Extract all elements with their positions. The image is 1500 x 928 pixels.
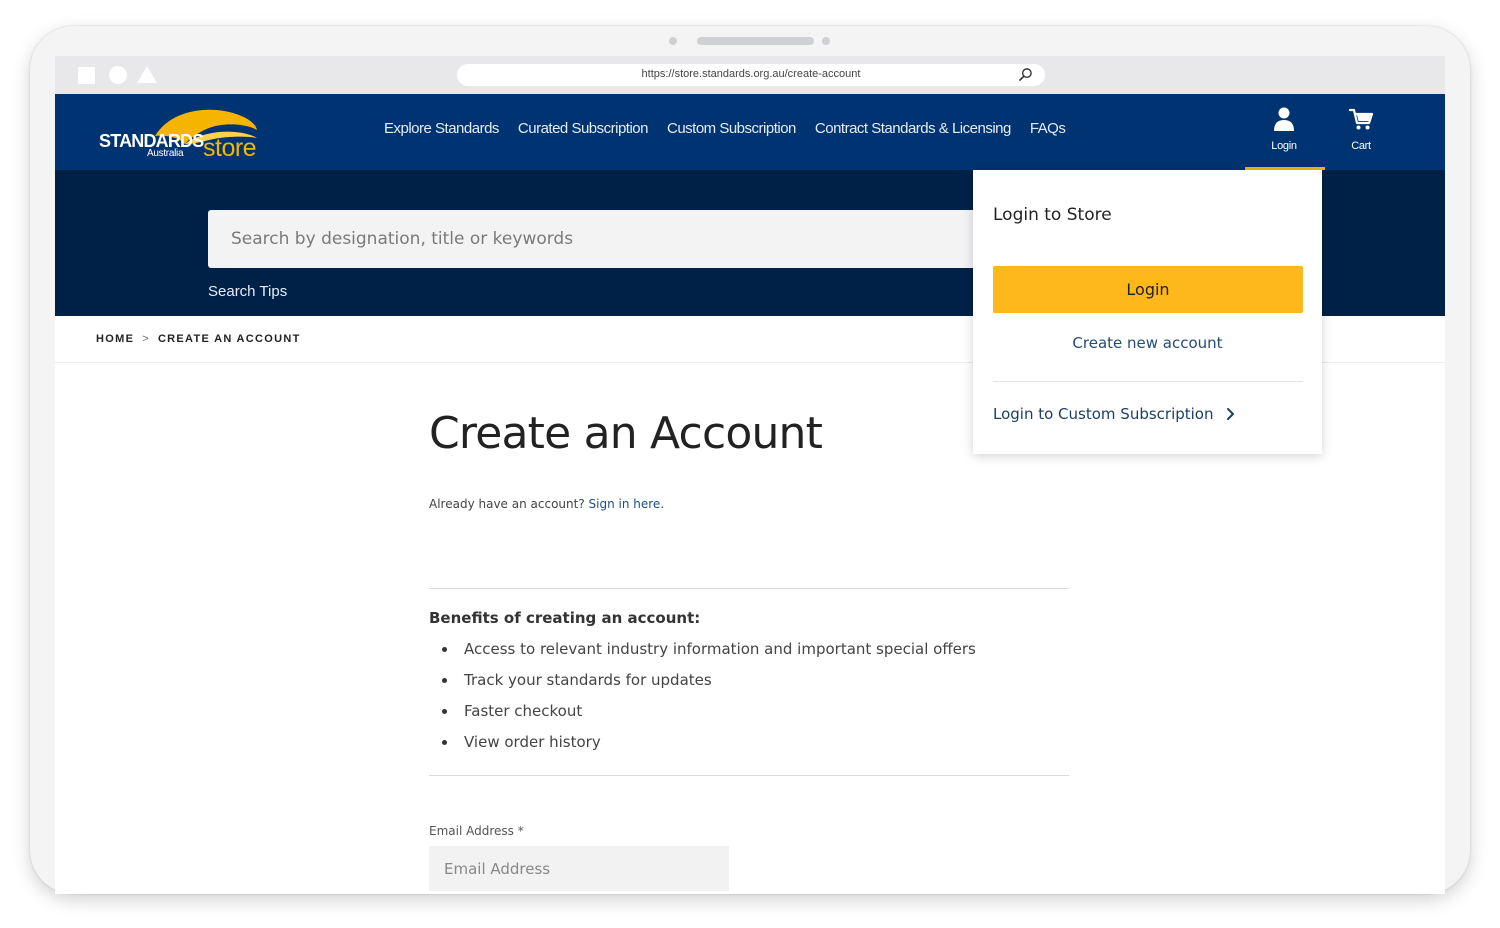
nav-curated-subscription[interactable]: Curated Subscription: [518, 120, 649, 137]
cart-label: Cart: [1351, 140, 1371, 152]
list-item: Track your standards for updates: [429, 668, 976, 699]
logo-store-text: store: [203, 134, 257, 162]
divider: [429, 775, 1069, 776]
nav-explore-standards[interactable]: Explore Standards: [384, 120, 499, 137]
speaker-bar: [697, 37, 814, 45]
store-logo[interactable]: STANDARDS Australia store: [97, 102, 267, 162]
main-nav: Explore Standards Curated Subscription C…: [384, 120, 1066, 137]
square-shape-icon: [78, 67, 95, 84]
nav-custom-subscription[interactable]: Custom Subscription: [667, 120, 796, 137]
store-login-button[interactable]: Login: [993, 266, 1303, 313]
create-account-link[interactable]: Create new account: [973, 334, 1322, 352]
list-item: View order history: [429, 730, 976, 761]
breadcrumb-home[interactable]: HOME: [96, 333, 134, 345]
dropdown-divider: [993, 381, 1303, 382]
dropdown-title: Login to Store: [993, 205, 1112, 225]
device-frame: https://store.standards.org.au/create-ac…: [30, 26, 1470, 894]
chevron-right-icon: [1226, 408, 1234, 420]
nav-contract-standards[interactable]: Contract Standards & Licensing: [815, 120, 1011, 137]
browser-bar: https://store.standards.org.au/create-ac…: [55, 56, 1445, 94]
cart-icon: [1348, 108, 1374, 130]
divider: [429, 588, 1069, 589]
address-bar[interactable]: https://store.standards.org.au/create-ac…: [457, 64, 1045, 86]
sign-in-link[interactable]: Sign in here.: [589, 497, 665, 511]
list-item: Faster checkout: [429, 699, 976, 730]
list-item: Access to relevant industry information …: [429, 637, 976, 668]
already-text: Already have an account?: [429, 497, 585, 511]
benefits-title: Benefits of creating an account:: [429, 609, 701, 627]
breadcrumb-current: CREATE AN ACCOUNT: [157, 333, 301, 345]
nav-faqs[interactable]: FAQs: [1030, 120, 1066, 137]
url-text: https://store.standards.org.au/create-ac…: [641, 68, 861, 80]
benefits-list: Access to relevant industry information …: [429, 637, 976, 761]
top-navbar: STANDARDS Australia store Explore Standa…: [55, 94, 1445, 170]
user-icon: [1274, 107, 1294, 131]
email-field[interactable]: [429, 846, 729, 891]
chevron-right-icon: >: [142, 333, 150, 345]
login-label: Login: [1271, 140, 1297, 152]
circle-shape-icon: [109, 66, 127, 84]
email-label: Email Address *: [429, 824, 524, 838]
page-title: Create an Account: [429, 408, 823, 459]
custom-subscription-login-link[interactable]: Login to Custom Subscription: [993, 405, 1235, 423]
screen: https://store.standards.org.au/create-ac…: [55, 56, 1445, 894]
breadcrumb: HOME > CREATE AN ACCOUNT: [96, 333, 301, 345]
sign-in-prompt: Already have an account? Sign in here.: [429, 497, 664, 511]
search-tips-link[interactable]: Search Tips: [208, 283, 287, 300]
cart-button[interactable]: Cart: [1331, 106, 1391, 156]
custom-subscription-label: Login to Custom Subscription: [993, 405, 1214, 423]
search-icon[interactable]: [1018, 67, 1033, 82]
login-button[interactable]: Login: [1254, 106, 1314, 156]
triangle-shape-icon: [137, 66, 157, 83]
search-input[interactable]: [208, 210, 998, 268]
logo-subtitle: Australia: [147, 148, 184, 159]
camera-dot: [669, 37, 677, 45]
login-dropdown: Login to Store Login Create new account …: [973, 170, 1322, 454]
sensor-dot: [822, 37, 830, 45]
